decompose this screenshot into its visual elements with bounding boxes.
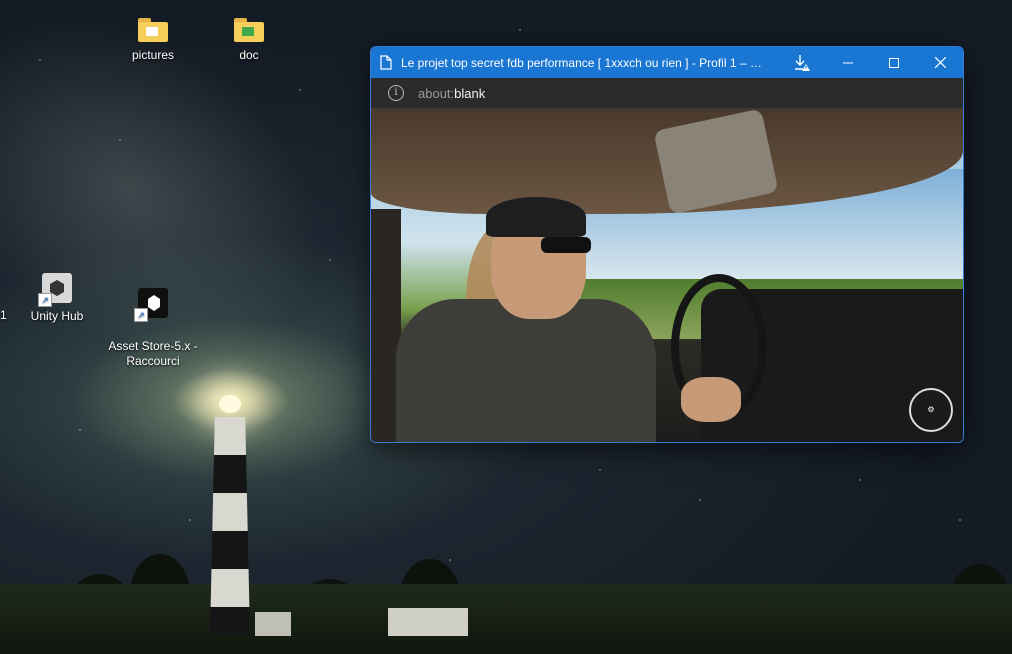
minimize-button[interactable] xyxy=(825,47,871,78)
desktop-edge-label: 1 xyxy=(0,308,7,322)
address-bar[interactable]: i about:blank xyxy=(371,78,963,109)
wallpaper-ground xyxy=(0,584,1012,654)
maximize-icon xyxy=(889,57,899,68)
maximize-button[interactable] xyxy=(871,47,917,78)
download-warning-icon[interactable] xyxy=(779,47,825,78)
desktop-icon-pictures[interactable]: pictures xyxy=(108,18,198,62)
window-title: Le projet top secret fdb performance [ 1… xyxy=(401,55,779,70)
desktop-icon-label: doc xyxy=(239,48,259,62)
desktop-icon-unity-hub[interactable]: ↗ Unity Hub xyxy=(12,273,102,323)
info-icon[interactable]: i xyxy=(388,85,404,101)
desktop-icon-label: pictures xyxy=(131,48,175,62)
unity-hub-icon: ↗ xyxy=(38,273,72,307)
video-driver-sunglasses xyxy=(541,237,591,253)
lighthouse-tower xyxy=(210,417,250,635)
shortcut-arrow-icon: ↗ xyxy=(134,308,148,322)
minimize-icon xyxy=(843,62,853,63)
close-button[interactable] xyxy=(917,47,963,78)
folder-icon xyxy=(138,18,168,42)
close-icon xyxy=(934,57,946,68)
desktop-icon-doc[interactable]: doc xyxy=(204,18,294,62)
wallpaper-lighthouse xyxy=(207,395,253,635)
unity-asset-store-icon: ↗ xyxy=(134,288,168,322)
video-driver-body xyxy=(396,299,656,442)
desktop-icon-asset-store[interactable]: ↗ Asset Store-5.x - Raccourci xyxy=(108,273,198,369)
wallpaper-house xyxy=(388,608,468,636)
desktop-icon-label: Asset Store-5.x - Raccourci xyxy=(108,339,198,368)
video-driver-hand xyxy=(681,377,741,422)
url-page: blank xyxy=(454,85,486,101)
video-watermark-logo: ⚙ xyxy=(909,388,953,432)
desktop-icon-label: Unity Hub xyxy=(30,309,84,323)
page-icon xyxy=(371,55,401,70)
url-text[interactable]: about:blank xyxy=(418,86,485,101)
lighthouse-lamp xyxy=(219,395,241,413)
browser-window[interactable]: Le projet top secret fdb performance [ 1… xyxy=(370,46,964,443)
window-titlebar[interactable]: Le projet top secret fdb performance [ 1… xyxy=(371,47,963,78)
wallpaper-house-small xyxy=(255,612,291,636)
shortcut-arrow-icon: ↗ xyxy=(38,293,52,307)
video-driver-cap xyxy=(486,197,586,237)
video-player[interactable]: ⚙ xyxy=(371,109,963,442)
url-protocol: about: xyxy=(418,85,455,101)
folder-icon xyxy=(234,18,264,42)
